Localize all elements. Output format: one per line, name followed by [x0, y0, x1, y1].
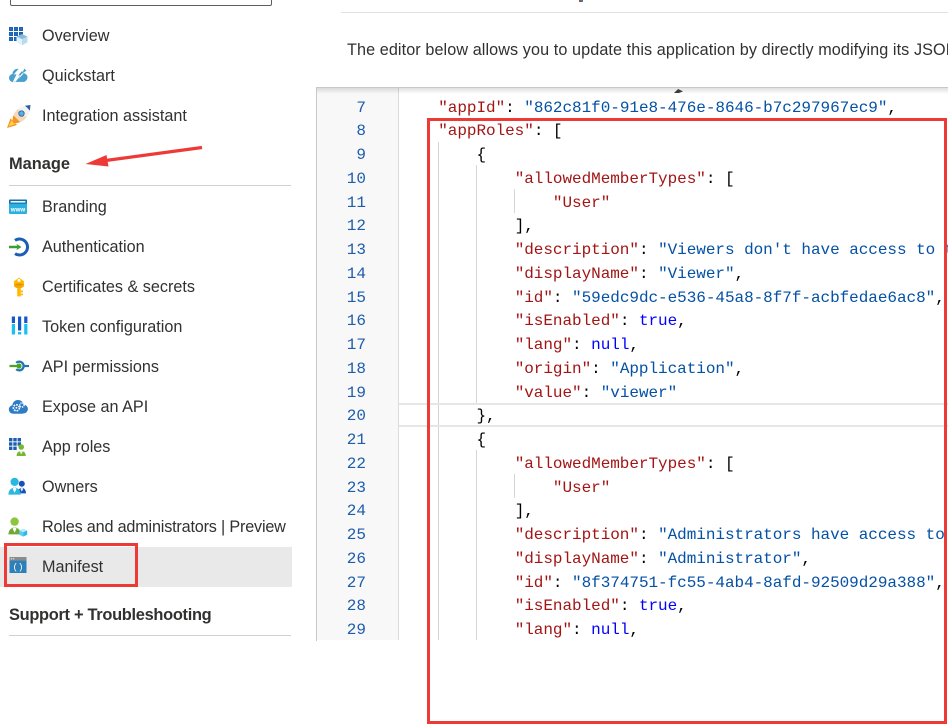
- svg-text:www: www: [10, 207, 26, 214]
